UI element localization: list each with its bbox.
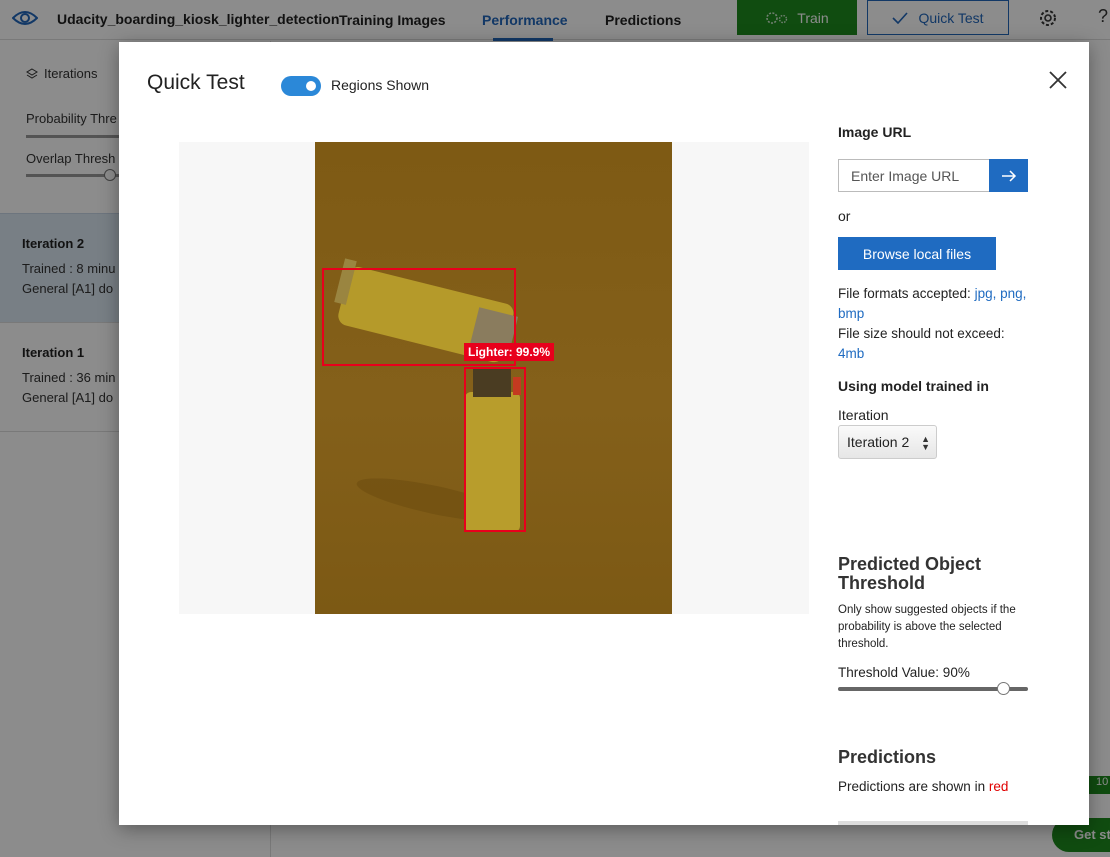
submit-url-button[interactable] — [989, 159, 1028, 192]
toggle-knob — [306, 81, 316, 91]
or-label: or — [838, 208, 851, 224]
select-arrows-icon: ▲ ▼ — [921, 434, 930, 452]
predictions-text: Predictions are shown in — [838, 779, 986, 794]
image-url-heading: Image URL — [838, 124, 912, 140]
iteration-select-value: Iteration 2 — [847, 434, 910, 450]
prediction-region-box[interactable] — [464, 367, 526, 532]
browse-local-files-button[interactable]: Browse local files — [838, 237, 996, 270]
regions-shown-toggle[interactable] — [281, 76, 321, 96]
image-url-input[interactable] — [838, 159, 990, 192]
iteration-select-label: Iteration — [838, 407, 889, 423]
dialog-title: Quick Test — [147, 71, 245, 94]
quick-test-side-panel: Image URL or Browse local files File for… — [838, 42, 1068, 825]
quick-test-dialog: Quick Test Regions Shown Lighter: 99.9% … — [119, 42, 1089, 825]
threshold-description: Only show suggested objects if the proba… — [838, 604, 1016, 650]
predictions-description: Predictions are shown in red — [838, 777, 1008, 797]
predictions-color-word: red — [988, 779, 1009, 794]
predictions-list-edge — [838, 821, 1028, 825]
test-image-area: Lighter: 99.9% — [179, 142, 809, 614]
file-size-label: File size should not exceed: — [838, 326, 1005, 341]
regions-shown-label: Regions Shown — [331, 77, 430, 93]
threshold-value-label: Threshold Value: 90% — [838, 665, 970, 680]
file-size-value: 4mb — [838, 346, 865, 361]
threshold-heading: Predicted Object Threshold — [838, 554, 982, 593]
model-heading: Using model trained in — [838, 378, 989, 394]
prediction-region-label: Lighter: 99.9% — [464, 343, 555, 361]
file-size-info: File size should not exceed: 4mb — [838, 324, 1038, 364]
file-formats-info: File formats accepted: jpg, png, bmp — [838, 284, 1038, 324]
predictions-heading: Predictions — [838, 747, 937, 767]
iteration-select[interactable]: Iteration 2 ▲ ▼ — [838, 425, 937, 459]
arrow-right-icon — [1001, 169, 1016, 182]
file-formats-label: File formats accepted: — [838, 286, 971, 301]
threshold-slider-knob[interactable] — [997, 682, 1010, 695]
